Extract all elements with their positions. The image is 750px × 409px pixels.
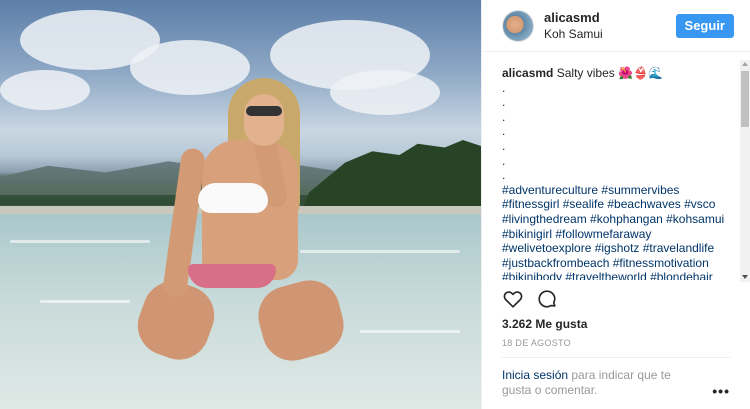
comment-icon[interactable] (536, 288, 558, 310)
follow-button[interactable]: Seguir (675, 13, 734, 38)
avatar[interactable] (502, 9, 534, 42)
username-link[interactable]: alicasmd (544, 10, 676, 26)
caption-dot: . (502, 95, 506, 110)
caption-emoji: 🌺👙🌊 (618, 66, 663, 80)
caption-dots: . . . . . . . (502, 81, 730, 183)
photo-cloud (0, 70, 90, 110)
post-header: alicasmd Koh Samui Seguir (482, 0, 750, 52)
like-count[interactable]: 3.262 Me gusta (502, 317, 587, 331)
photo-ripple (40, 300, 130, 303)
caption-username[interactable]: alicasmd (502, 66, 553, 80)
photo-person (129, 78, 351, 369)
post-date[interactable]: 18 DE AGOSTO (502, 338, 571, 348)
photo-ripple (10, 240, 150, 243)
person-bikini-top (198, 183, 268, 213)
divider (502, 357, 730, 358)
login-prompt: Inicia sesión para indicar que te gusta … (502, 368, 702, 398)
heart-icon[interactable] (502, 288, 524, 310)
instagram-post: alicasmd Koh Samui Seguir alicasmd Salty… (0, 0, 750, 409)
person-face (244, 94, 284, 146)
location-link[interactable]: Koh Samui (544, 26, 676, 42)
caption-line: alicasmd Salty vibes 🌺👙🌊 (502, 66, 730, 81)
caption-dot: . (502, 138, 506, 153)
scroll-thumb[interactable] (741, 71, 749, 127)
caption-dot: . (502, 153, 506, 168)
hashtag-line[interactable]: #justbackfrombeach #fitnessmotivation (502, 256, 730, 271)
post-side-panel: alicasmd Koh Samui Seguir alicasmd Salty… (481, 0, 750, 409)
caption-area: alicasmd Salty vibes 🌺👙🌊 . . . . . . . #… (502, 66, 730, 280)
person-bikini-bottom (188, 264, 276, 288)
hashtag-line[interactable]: #bikinibody #traveltheworld #blondehair (502, 270, 730, 280)
scroll-up-arrow-icon[interactable] (742, 62, 748, 66)
post-photo[interactable] (0, 0, 481, 409)
hashtag-line[interactable]: #fitnessgirl #sealife #beachwaves #vsco (502, 197, 730, 212)
hashtag-line[interactable]: #welivetoexplore #igshotz #travelandlife (502, 241, 730, 256)
caption-dot: . (502, 168, 506, 183)
more-options-icon[interactable]: ••• (712, 383, 730, 399)
caption-dot: . (502, 109, 506, 124)
caption-text: Salty vibes (556, 66, 615, 80)
photo-ripple (360, 330, 460, 333)
hashtag-line[interactable]: #bikinigirl #followmefaraway (502, 227, 730, 242)
caption-dot: . (502, 124, 506, 139)
person-sunglasses (246, 106, 282, 116)
hashtag-line[interactable]: #adventureculture #summervibes (502, 183, 730, 198)
person-leg (251, 273, 351, 368)
hashtag-line[interactable]: #livingthedream #kohphangan #kohsamui (502, 212, 730, 227)
caption-scrollbar[interactable] (740, 60, 750, 282)
caption-dot: . (502, 80, 506, 95)
scroll-down-arrow-icon[interactable] (742, 275, 748, 279)
post-user-info: alicasmd Koh Samui (544, 10, 676, 42)
hashtag-list: #adventureculture #summervibes #fitnessg… (502, 183, 730, 280)
post-actions (502, 288, 558, 310)
login-link[interactable]: Inicia sesión (502, 368, 568, 382)
